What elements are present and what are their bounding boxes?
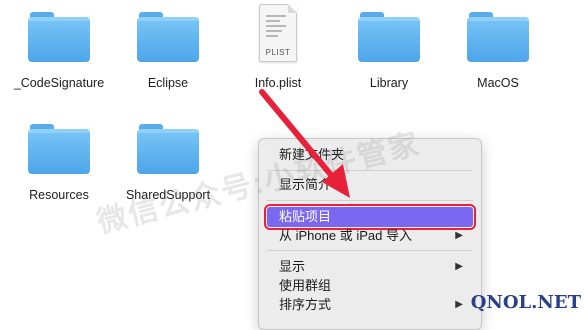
annotation-arrow-icon	[259, 89, 350, 198]
brand-watermark: QNOL.NET	[470, 292, 581, 313]
